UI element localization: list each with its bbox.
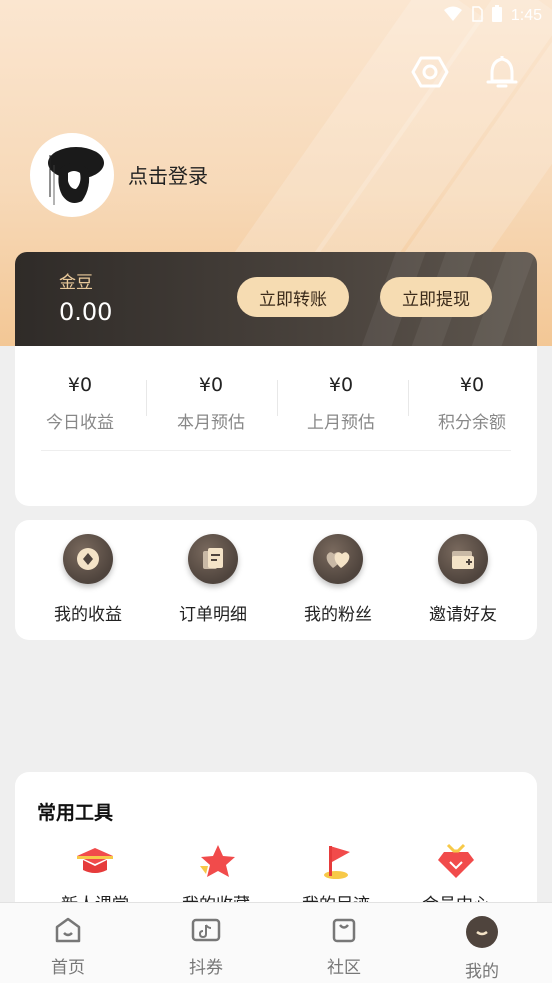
status-bar: 1:45 xyxy=(0,0,552,32)
divider xyxy=(41,450,511,451)
bell-icon[interactable] xyxy=(482,52,522,92)
sim-icon xyxy=(471,6,483,26)
order-details-button[interactable]: 订单明细 xyxy=(153,534,273,625)
stat-last-month[interactable]: ¥0 上月预估 xyxy=(276,374,406,433)
order-icon xyxy=(188,534,238,584)
wifi-icon xyxy=(443,6,463,26)
invite-icon xyxy=(438,534,488,584)
diamond-icon xyxy=(434,843,478,884)
gold-label: 金豆 xyxy=(59,273,93,293)
gold-value: 0.00 xyxy=(59,298,113,326)
flag-icon xyxy=(314,846,358,884)
coupon-icon xyxy=(190,918,222,949)
bag-icon xyxy=(329,918,359,949)
my-earnings-button[interactable]: 我的收益 xyxy=(28,534,148,625)
stat-this-month[interactable]: ¥0 本月预估 xyxy=(146,374,276,433)
profile-icon xyxy=(465,916,499,953)
tab-coupon[interactable]: 抖券 xyxy=(156,915,256,978)
invite-friends-button[interactable]: 邀请好友 xyxy=(403,534,523,625)
gold-bean-card: 金豆 0.00 立即转账 立即提现 xyxy=(15,252,537,348)
tab-mine[interactable]: 我的 xyxy=(432,915,532,982)
status-time: 1:45 xyxy=(510,7,542,24)
tab-community[interactable]: 社区 xyxy=(294,915,394,978)
coin-icon xyxy=(63,534,113,584)
stat-points-balance[interactable]: ¥0 积分余额 xyxy=(407,374,537,433)
earnings-stats-card: ¥0 今日收益 ¥0 本月预估 ¥0 上月预估 ¥0 积分余额 xyxy=(15,346,537,506)
graduation-cap-icon xyxy=(73,848,117,884)
tools-title: 常用工具 xyxy=(37,802,114,824)
battery-icon xyxy=(491,5,503,27)
bottom-tab-bar: 首页 抖券 社区 我的 xyxy=(0,902,552,983)
avatar[interactable] xyxy=(30,133,114,217)
home-icon xyxy=(53,917,83,949)
my-fans-button[interactable]: 我的粉丝 xyxy=(278,534,398,625)
transfer-button[interactable]: 立即转账 xyxy=(237,277,349,317)
star-icon xyxy=(194,845,238,884)
fans-icon xyxy=(313,534,363,584)
withdraw-button[interactable]: 立即提现 xyxy=(380,277,492,317)
function-shortcuts: 我的收益 订单明细 我的粉丝 邀请好友 xyxy=(15,520,537,640)
settings-hex-icon[interactable] xyxy=(410,52,450,92)
tab-home[interactable]: 首页 xyxy=(18,915,118,978)
stat-today[interactable]: ¥0 今日收益 xyxy=(15,374,145,433)
login-link[interactable]: 点击登录 xyxy=(128,160,208,189)
